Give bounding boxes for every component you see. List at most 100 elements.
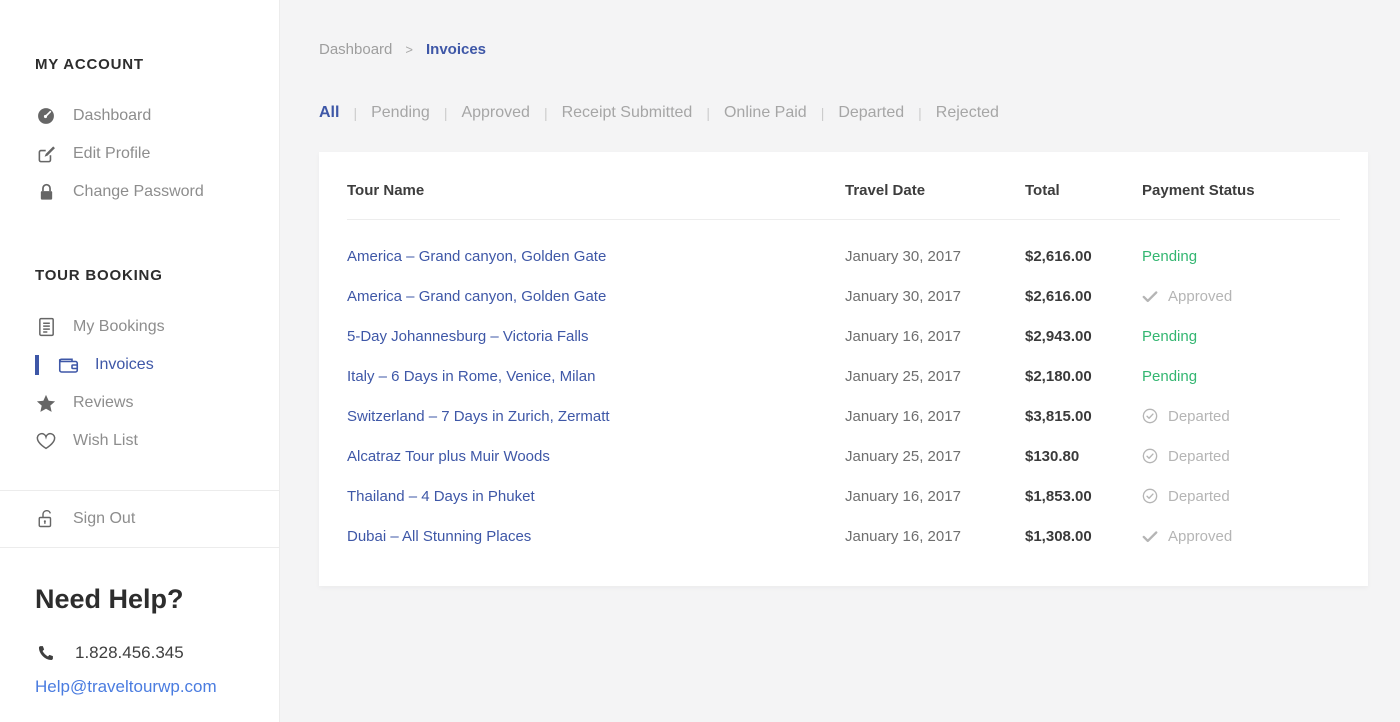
total-amount: $130.80 [1025, 448, 1142, 465]
tour-name-link[interactable]: America – Grand canyon, Golden Gate [347, 248, 606, 265]
travel-date: January 25, 2017 [845, 368, 1025, 385]
total-amount: $1,308.00 [1025, 528, 1142, 545]
unlock-icon [35, 509, 57, 529]
payment-status: Departed [1142, 408, 1340, 425]
invoices-card: Tour Name Travel Date Total Payment Stat… [319, 152, 1368, 586]
payment-status-label: Pending [1142, 328, 1197, 345]
table-row: Italy – 6 Days in Rome, Venice, Milan Jan… [347, 356, 1340, 396]
breadcrumb-current-page: Invoices [426, 41, 486, 58]
payment-status: Departed [1142, 488, 1340, 505]
sidebar-item-invoices[interactable]: Invoices [35, 346, 259, 384]
payment-status-label: Departed [1168, 448, 1230, 465]
total-amount: $3,815.00 [1025, 408, 1142, 425]
table-row: Switzerland – 7 Days in Zurich, Zermatt J… [347, 396, 1340, 436]
payment-status-label: Pending [1142, 368, 1197, 385]
sidebar-section-title-tour-booking: TOUR BOOKING [35, 267, 259, 284]
tab-separator: | [353, 105, 357, 121]
breadcrumb: Dashboard > Invoices [319, 0, 1400, 58]
heart-icon [35, 432, 57, 450]
payment-status: Departed [1142, 448, 1340, 465]
tab-separator: | [821, 105, 825, 121]
sign-out-button[interactable]: Sign Out [35, 500, 259, 538]
tab-separator: | [544, 105, 548, 121]
need-help-title: Need Help? [35, 584, 259, 615]
filter-tab-online-paid[interactable]: Online Paid [724, 104, 807, 122]
filter-tab-rejected[interactable]: Rejected [936, 104, 999, 122]
travel-date: January 16, 2017 [845, 488, 1025, 505]
sidebar-item-label: Invoices [95, 356, 154, 374]
filter-tab-all[interactable]: All [319, 104, 339, 122]
tour-name-link[interactable]: Dubai – All Stunning Places [347, 528, 531, 545]
total-amount: $2,180.00 [1025, 368, 1142, 385]
total-amount: $2,616.00 [1025, 248, 1142, 265]
sidebar-item-label: Reviews [73, 394, 133, 412]
sidebar-item-label: Edit Profile [73, 145, 150, 163]
column-header-payment-status: Payment Status [1142, 182, 1340, 199]
check-icon [1142, 530, 1158, 543]
travel-date: January 30, 2017 [845, 248, 1025, 265]
payment-status: Approved [1142, 288, 1340, 305]
travel-date: January 16, 2017 [845, 408, 1025, 425]
sidebar-item-wish-list[interactable]: Wish List [35, 422, 259, 460]
circle-check-icon [1142, 488, 1158, 504]
travel-date: January 30, 2017 [845, 288, 1025, 305]
column-header-travel-date: Travel Date [845, 182, 1025, 199]
sidebar: MY ACCOUNT Dashboard Edit Profile Change Pa… [0, 0, 280, 722]
tab-separator: | [444, 105, 448, 121]
sidebar-item-change-password[interactable]: Change Password [35, 173, 259, 211]
travel-date: January 25, 2017 [845, 448, 1025, 465]
table-row: America – Grand canyon, Golden Gate Janua… [347, 236, 1340, 276]
sidebar-item-my-bookings[interactable]: My Bookings [35, 308, 259, 346]
active-indicator [35, 355, 39, 375]
tour-name-link[interactable]: 5-Day Johannesburg – Victoria Falls [347, 328, 589, 345]
dashboard-icon [35, 106, 57, 126]
sign-out-label: Sign Out [73, 510, 135, 528]
sidebar-item-label: My Bookings [73, 318, 165, 336]
sidebar-item-label: Dashboard [73, 107, 151, 125]
sidebar-section-title-my-account: MY ACCOUNT [35, 56, 259, 73]
star-icon [35, 394, 57, 413]
payment-status: Pending [1142, 368, 1340, 385]
sidebar-item-label: Change Password [73, 183, 204, 201]
payment-status-label: Departed [1168, 488, 1230, 505]
payment-status: Pending [1142, 328, 1340, 345]
breadcrumb-dashboard-link[interactable]: Dashboard [319, 41, 392, 58]
bookings-icon [35, 317, 57, 337]
travel-date: January 16, 2017 [845, 328, 1025, 345]
tab-separator: | [918, 105, 922, 121]
filter-tab-approved[interactable]: Approved [461, 104, 530, 122]
tour-name-link[interactable]: Italy – 6 Days in Rome, Venice, Milan [347, 368, 595, 385]
circle-check-icon [1142, 408, 1158, 424]
total-amount: $2,616.00 [1025, 288, 1142, 305]
table-row: Dubai – All Stunning Places January 16, 2… [347, 516, 1340, 556]
tour-name-link[interactable]: America – Grand canyon, Golden Gate [347, 288, 606, 305]
sidebar-nav: MY ACCOUNT Dashboard Edit Profile Change Pa… [35, 56, 259, 460]
table-row: Alcatraz Tour plus Muir Woods January 25,… [347, 436, 1340, 476]
filter-tab-departed[interactable]: Departed [838, 104, 904, 122]
payment-status-label: Pending [1142, 248, 1197, 265]
chevron-right-icon: > [405, 42, 413, 57]
sidebar-item-edit-profile[interactable]: Edit Profile [35, 135, 259, 173]
table-row: America – Grand canyon, Golden Gate Janua… [347, 276, 1340, 316]
column-header-total: Total [1025, 182, 1142, 199]
table-body: America – Grand canyon, Golden Gate Janua… [347, 220, 1340, 556]
edit-icon [35, 145, 57, 164]
wallet-icon [57, 356, 79, 374]
tour-name-link[interactable]: Thailand – 4 Days in Phuket [347, 488, 535, 505]
payment-status: Pending [1142, 248, 1340, 265]
payment-status-label: Approved [1168, 288, 1232, 305]
payment-status-label: Departed [1168, 408, 1230, 425]
payment-status-label: Approved [1168, 528, 1232, 545]
sidebar-item-dashboard[interactable]: Dashboard [35, 97, 259, 135]
filter-tab-pending[interactable]: Pending [371, 104, 430, 122]
sidebar-item-reviews[interactable]: Reviews [35, 384, 259, 422]
help-phone-number: 1.828.456.345 [75, 643, 184, 663]
table-row: 5-Day Johannesburg – Victoria Falls Janua… [347, 316, 1340, 356]
tour-name-link[interactable]: Alcatraz Tour plus Muir Woods [347, 448, 550, 465]
travel-date: January 16, 2017 [845, 528, 1025, 545]
help-email-link[interactable]: Help@traveltourwp.com [35, 677, 217, 696]
tour-name-link[interactable]: Switzerland – 7 Days in Zurich, Zermatt [347, 408, 610, 425]
phone-icon [35, 644, 57, 662]
filter-tab-receipt-submitted[interactable]: Receipt Submitted [562, 104, 693, 122]
lock-icon [35, 183, 57, 202]
